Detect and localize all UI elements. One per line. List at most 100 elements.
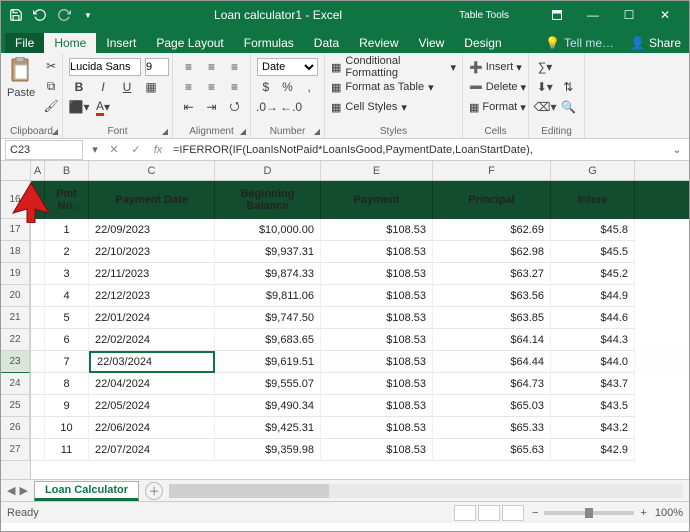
qat-customize-icon[interactable]: ▼ bbox=[79, 6, 97, 24]
column-heading[interactable]: Payment bbox=[321, 181, 433, 219]
increase-decimal-button[interactable]: .0→ bbox=[257, 98, 277, 116]
cell[interactable]: $44.9 bbox=[551, 285, 635, 307]
cell[interactable]: $44.0 bbox=[551, 351, 635, 373]
cell[interactable]: 10 bbox=[45, 417, 89, 439]
cell[interactable]: $64.73 bbox=[433, 373, 551, 395]
row-header[interactable]: 23 bbox=[1, 351, 30, 373]
cell[interactable]: 8 bbox=[45, 373, 89, 395]
cell[interactable] bbox=[31, 373, 45, 395]
cell[interactable]: 22/10/2023 bbox=[89, 241, 215, 263]
column-header[interactable]: A bbox=[31, 161, 45, 180]
tab-data[interactable]: Data bbox=[304, 33, 349, 53]
cell-styles-button[interactable]: ▦Cell Styles ▾ bbox=[331, 97, 456, 117]
row-header[interactable]: 24 bbox=[1, 373, 30, 395]
tab-file[interactable]: File bbox=[5, 33, 44, 53]
cell[interactable]: $42.9 bbox=[551, 439, 635, 461]
cell[interactable]: $43.5 bbox=[551, 395, 635, 417]
cell[interactable] bbox=[31, 241, 45, 263]
name-box[interactable]: C23 bbox=[5, 140, 83, 160]
cell[interactable]: 22/07/2024 bbox=[89, 439, 215, 461]
column-heading[interactable]: Pmt No. bbox=[45, 181, 89, 219]
cell[interactable] bbox=[31, 351, 45, 373]
cell[interactable] bbox=[31, 307, 45, 329]
zoom-slider[interactable] bbox=[544, 511, 634, 515]
tab-view[interactable]: View bbox=[409, 33, 455, 53]
cell[interactable]: 22/09/2023 bbox=[89, 219, 215, 241]
cell[interactable]: $10,000.00 bbox=[215, 219, 321, 241]
column-header[interactable]: C bbox=[89, 161, 215, 180]
tab-page-layout[interactable]: Page Layout bbox=[146, 33, 233, 53]
row-header[interactable]: 25 bbox=[1, 395, 30, 417]
sheet-nav-first-icon[interactable]: ◀ bbox=[7, 484, 15, 497]
row-header[interactable]: 19 bbox=[1, 263, 30, 285]
column-header[interactable]: E bbox=[321, 161, 433, 180]
cell[interactable]: $108.53 bbox=[321, 241, 433, 263]
save-icon[interactable] bbox=[7, 6, 25, 24]
cell[interactable]: 22/06/2024 bbox=[89, 417, 215, 439]
font-size-input[interactable] bbox=[145, 58, 169, 76]
row-header[interactable]: 18 bbox=[1, 241, 30, 263]
cell[interactable]: $44.3 bbox=[551, 329, 635, 351]
underline-button[interactable]: U bbox=[117, 78, 137, 96]
formula-input[interactable]: =IFERROR(IF(LoanIsNotPaid*LoanIsGood,Pay… bbox=[169, 144, 669, 156]
cell[interactable]: 22/02/2024 bbox=[89, 329, 215, 351]
tab-design[interactable]: Design bbox=[454, 33, 511, 53]
cell[interactable]: $9,747.50 bbox=[215, 307, 321, 329]
cell[interactable]: $43.7 bbox=[551, 373, 635, 395]
column-header[interactable]: G bbox=[551, 161, 635, 180]
cell[interactable]: 22/05/2024 bbox=[89, 395, 215, 417]
currency-button[interactable]: $ bbox=[257, 78, 275, 96]
cell[interactable]: $9,359.98 bbox=[215, 439, 321, 461]
cell[interactable]: 22/12/2023 bbox=[89, 285, 215, 307]
cell[interactable]: $108.53 bbox=[321, 263, 433, 285]
align-bottom-button[interactable]: ≡ bbox=[225, 58, 244, 76]
bold-button[interactable]: B bbox=[69, 78, 89, 96]
italic-button[interactable]: I bbox=[93, 78, 113, 96]
cell[interactable]: 6 bbox=[45, 329, 89, 351]
cell[interactable]: 5 bbox=[45, 307, 89, 329]
align-top-button[interactable]: ≡ bbox=[179, 58, 198, 76]
cell[interactable]: $45.2 bbox=[551, 263, 635, 285]
fill-color-button[interactable]: ⬛▾ bbox=[69, 98, 89, 116]
column-header[interactable]: D bbox=[215, 161, 321, 180]
cell[interactable]: $64.44 bbox=[433, 351, 551, 373]
tab-formulas[interactable]: Formulas bbox=[234, 33, 304, 53]
delete-cells-button[interactable]: ➖Delete ▾ bbox=[469, 77, 522, 97]
cell[interactable]: $45.8 bbox=[551, 219, 635, 241]
find-select-button[interactable]: 🔍 bbox=[559, 98, 578, 116]
format-as-table-button[interactable]: ▦Format as Table ▾ bbox=[331, 77, 456, 97]
font-color-button[interactable]: A▾ bbox=[93, 98, 113, 116]
maximize-button[interactable]: ☐ bbox=[611, 4, 647, 26]
cell[interactable]: 3 bbox=[45, 263, 89, 285]
row-header[interactable]: 17 bbox=[1, 219, 30, 241]
new-sheet-button[interactable]: ＋ bbox=[145, 482, 163, 500]
cell[interactable]: $108.53 bbox=[321, 395, 433, 417]
redo-icon[interactable] bbox=[55, 6, 73, 24]
row-header[interactable]: 22 bbox=[1, 329, 30, 351]
column-header[interactable]: F bbox=[433, 161, 551, 180]
column-heading[interactable]: Intere bbox=[551, 181, 635, 219]
percent-button[interactable]: % bbox=[279, 78, 297, 96]
fill-button[interactable]: ⬇▾ bbox=[535, 78, 555, 96]
sheet-tab-active[interactable]: Loan Calculator bbox=[34, 481, 139, 501]
row-header[interactable]: 16 bbox=[1, 181, 30, 219]
cell[interactable] bbox=[31, 439, 45, 461]
cell[interactable]: $65.63 bbox=[433, 439, 551, 461]
cell[interactable]: $63.56 bbox=[433, 285, 551, 307]
cell[interactable]: $108.53 bbox=[321, 285, 433, 307]
cell[interactable]: $9,619.51 bbox=[215, 351, 321, 373]
autosum-button[interactable]: ∑▾ bbox=[535, 58, 555, 76]
cell[interactable]: $108.53 bbox=[321, 307, 433, 329]
comma-button[interactable]: , bbox=[300, 78, 318, 96]
tab-review[interactable]: Review bbox=[349, 33, 408, 53]
copy-button[interactable]: ⧉ bbox=[41, 77, 61, 95]
cell[interactable]: 9 bbox=[45, 395, 89, 417]
cell[interactable]: 22/11/2023 bbox=[89, 263, 215, 285]
decrease-indent-button[interactable]: ⇤ bbox=[179, 98, 198, 116]
increase-indent-button[interactable]: ⇥ bbox=[202, 98, 221, 116]
align-center-button[interactable]: ≡ bbox=[202, 78, 221, 96]
cell[interactable] bbox=[31, 395, 45, 417]
align-right-button[interactable]: ≡ bbox=[225, 78, 244, 96]
normal-view-button[interactable] bbox=[454, 505, 476, 521]
format-cells-button[interactable]: ▦Format ▾ bbox=[469, 97, 522, 117]
